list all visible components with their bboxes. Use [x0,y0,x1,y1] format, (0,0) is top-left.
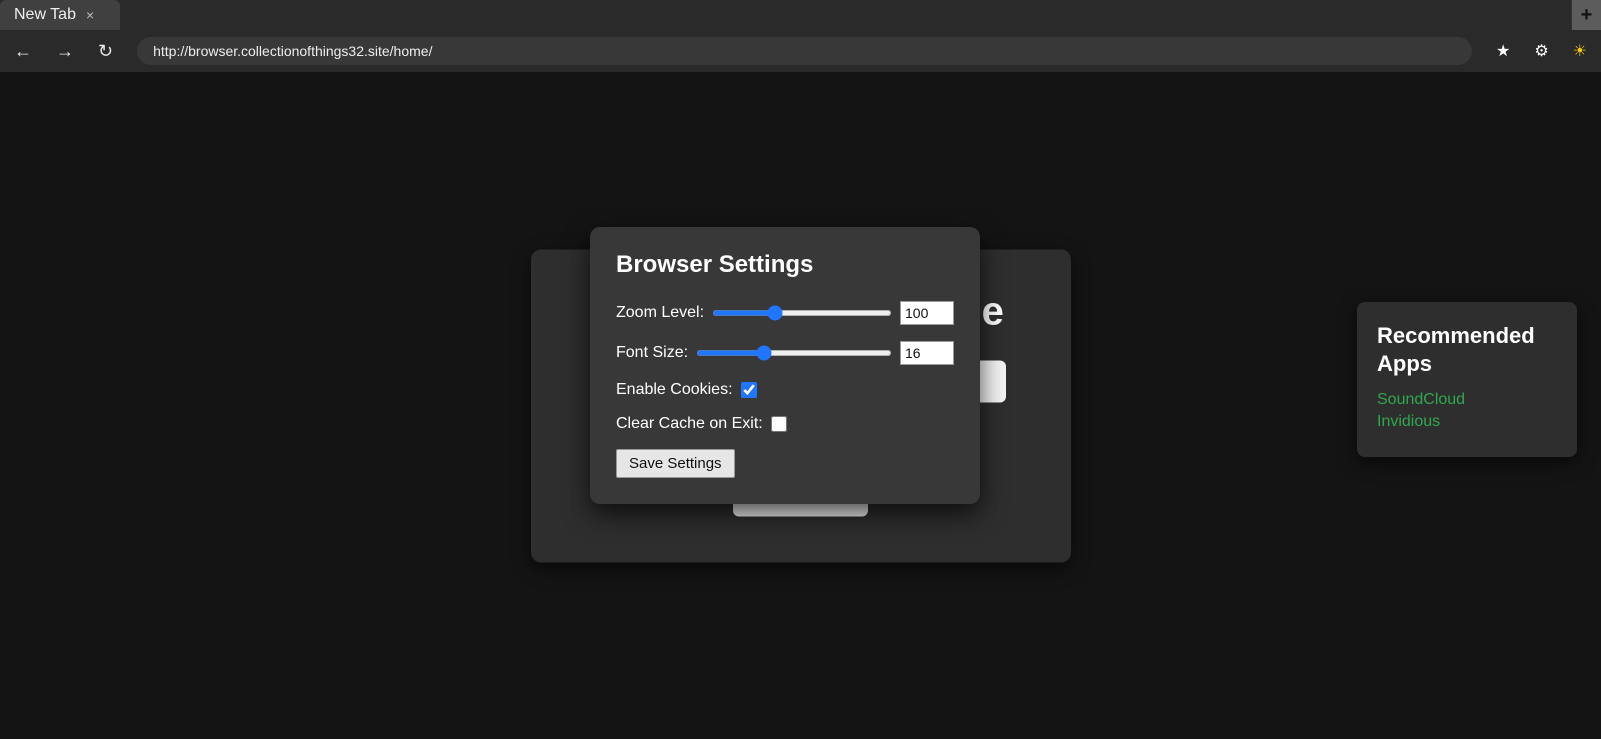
back-button[interactable]: ← [14,41,32,62]
zoom-value-input[interactable] [900,301,954,325]
browser-settings-modal: Browser Settings Zoom Level: Font Size: … [590,227,980,504]
cache-label: Clear Cache on Exit: [616,415,763,433]
font-slider[interactable] [696,350,892,356]
zoom-slider[interactable] [712,310,892,316]
cookies-checkbox[interactable] [741,382,757,398]
recommended-apps-panel: Recommended Apps SoundCloud Invidious [1357,302,1577,457]
toolbar: ← → ↻ ★ ⚙ ☀ [0,30,1601,72]
forward-button[interactable]: → [56,41,74,62]
close-tab-icon[interactable]: × [86,7,94,23]
font-field: Font Size: [616,341,954,365]
cache-field: Clear Cache on Exit: [616,415,954,433]
bookmark-star-icon[interactable]: ★ [1496,41,1510,61]
recommended-title: Recommended Apps [1377,322,1557,377]
recommended-link-soundcloud[interactable]: SoundCloud [1377,391,1557,409]
font-value-input[interactable] [900,341,954,365]
address-bar[interactable] [137,37,1472,65]
theme-sun-icon[interactable]: ☀ [1573,41,1587,61]
cache-checkbox[interactable] [771,416,787,432]
new-tab-button[interactable]: + [1571,0,1601,30]
tab-title: New Tab [14,6,76,24]
page-body: U placeholder......... e DuckDuckGo Reco… [0,72,1601,739]
zoom-field: Zoom Level: [616,301,954,325]
cookies-field: Enable Cookies: [616,381,954,399]
zoom-label: Zoom Level: [616,304,704,322]
reload-button[interactable]: ↻ [98,41,113,62]
settings-title: Browser Settings [616,251,954,279]
browser-tab[interactable]: New Tab × [0,0,120,30]
recommended-link-invidious[interactable]: Invidious [1377,413,1557,431]
cookies-label: Enable Cookies: [616,381,733,399]
save-settings-button[interactable]: Save Settings [616,449,735,478]
settings-gear-icon[interactable]: ⚙ [1534,41,1548,61]
headline-right: e [982,289,1005,333]
font-label: Font Size: [616,344,688,362]
tab-strip: New Tab × + [0,0,1601,30]
